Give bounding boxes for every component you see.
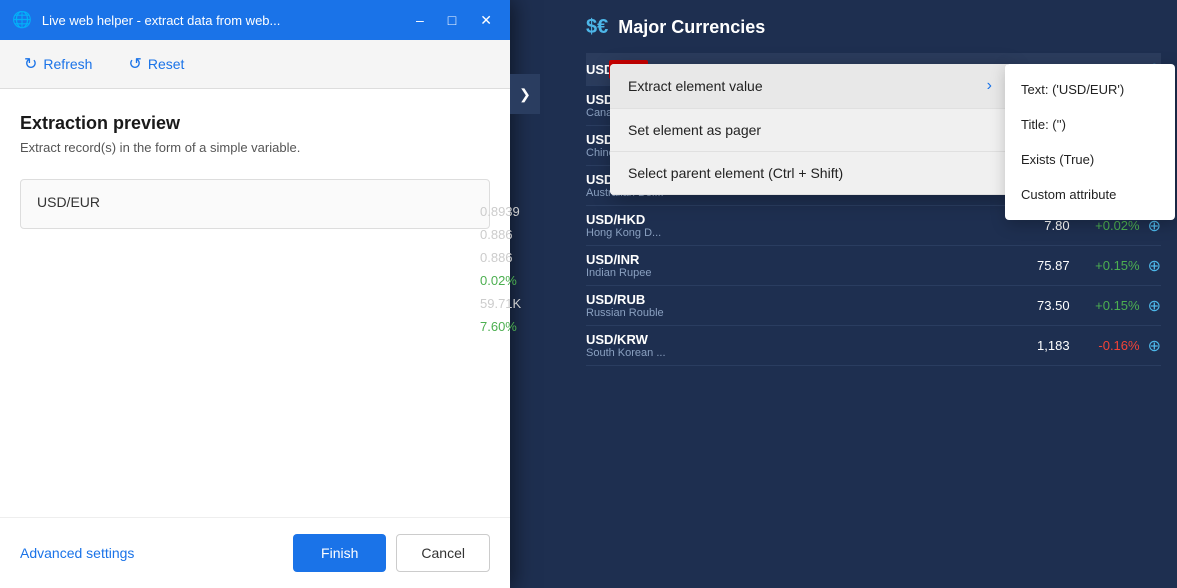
bg-val5: 59.71K [480,292,521,315]
currency-pair: USD/RUB [586,292,1000,307]
cancel-button[interactable]: Cancel [396,534,490,572]
context-menu: Extract element value › Set element as pag… [610,64,1010,195]
browser-icon: 🌐 [12,10,32,30]
add-currency-button[interactable]: ⊕ [1148,256,1161,276]
currency-value: 75.87 [1000,258,1070,273]
currency-name: South Korean ... [586,347,1000,359]
minimize-button[interactable]: – [410,11,430,29]
currency-pair: USD/KRW [586,332,1000,347]
submenu: Text: ('USD/EUR')Title: ('')Exists (True… [1005,64,1175,220]
title-bar-controls: – □ ✕ [410,11,498,29]
preview-box: USD/EUR [20,179,490,229]
currency-change: -0.16% [1070,338,1140,353]
currency-value: 1,183 [1000,338,1070,353]
currency-left: USD/HKD Hong Kong D... [586,212,1000,239]
reset-label: Reset [148,56,185,72]
close-button[interactable]: ✕ [474,11,498,29]
currency-row[interactable]: USD/RUB Russian Rouble 73.50 +0.15% ⊕ [586,286,1161,326]
currency-name: Indian Rupee [586,267,1000,279]
currency-change: +0.15% [1070,258,1140,273]
bg-val1: 0.8939 [480,200,521,223]
submenu-item[interactable]: Exists (True) [1005,142,1175,177]
bg-val3: 0.886 [480,246,521,269]
context-menu-item-label: Select parent element (Ctrl + Shift) [628,165,843,181]
currency-left: USD/KRW South Korean ... [586,332,1000,359]
collapse-button[interactable]: ❯ [510,74,540,114]
currency-value: 73.50 [1000,298,1070,313]
title-bar-text: Live web helper - extract data from web.… [42,13,400,28]
context-menu-items-container: Extract element value › Set element as pag… [610,64,1010,195]
reset-icon: ↺ [128,54,141,74]
submenu-item[interactable]: Title: ('') [1005,107,1175,142]
currency-name: Hong Kong D... [586,227,1000,239]
submenu-item[interactable]: Text: ('USD/EUR') [1005,72,1175,107]
currency-change: +0.02% [1070,218,1140,233]
maximize-button[interactable]: □ [442,11,462,29]
currency-left: USD/INR Indian Rupee [586,252,1000,279]
currency-pair: USD/HKD [586,212,1000,227]
currency-panel-header: $€ Major Currencies [586,16,1161,39]
bg-val4: 0.02% [480,269,521,292]
refresh-icon: ↻ [24,54,37,74]
refresh-button[interactable]: ↻ Refresh [16,50,100,78]
submenu-item[interactable]: Custom attribute [1005,177,1175,212]
currency-row[interactable]: USD/INR Indian Rupee 75.87 +0.15% ⊕ [586,246,1161,286]
extraction-title: Extraction preview [20,113,490,134]
submenu-arrow-icon: › [987,77,992,95]
currency-value: 7.80 [1000,218,1070,233]
bg-val2: 0.886 [480,223,521,246]
currency-pair: USD/INR [586,252,1000,267]
dialog-footer: Advanced settings Finish Cancel [0,517,510,588]
add-currency-button[interactable]: ⊕ [1148,296,1161,316]
context-menu-item-label: Extract element value [628,78,763,94]
dialog-toolbar: ↻ Refresh ↺ Reset [0,40,510,89]
reset-button[interactable]: ↺ Reset [120,50,192,78]
footer-buttons: Finish Cancel [293,534,490,572]
extraction-desc: Extract record(s) in the form of a simpl… [20,140,490,155]
finish-button[interactable]: Finish [293,534,386,572]
add-currency-button[interactable]: ⊕ [1148,336,1161,356]
currency-panel-title: Major Currencies [618,17,765,38]
advanced-settings-link[interactable]: Advanced settings [20,545,134,561]
refresh-label: Refresh [43,56,92,72]
context-menu-item[interactable]: Extract element value › [610,64,1010,109]
bg-val6: 7.60% [480,315,521,338]
currency-left: USD/RUB Russian Rouble [586,292,1000,319]
currency-name: Russian Rouble [586,307,1000,319]
dialog-window: 🌐 Live web helper - extract data from we… [0,0,510,588]
currency-icon: $€ [586,16,608,39]
dialog-body: Extraction preview Extract record(s) in … [0,89,510,517]
context-menu-item[interactable]: Set element as pager [610,109,1010,152]
context-menu-item[interactable]: Select parent element (Ctrl + Shift) [610,152,1010,195]
currency-change: +0.15% [1070,298,1140,313]
title-bar: 🌐 Live web helper - extract data from we… [0,0,510,40]
submenu-items-container: Text: ('USD/EUR')Title: ('')Exists (True… [1005,72,1175,212]
context-menu-item-label: Set element as pager [628,122,761,138]
currency-row[interactable]: USD/KRW South Korean ... 1,183 -0.16% ⊕ [586,326,1161,366]
